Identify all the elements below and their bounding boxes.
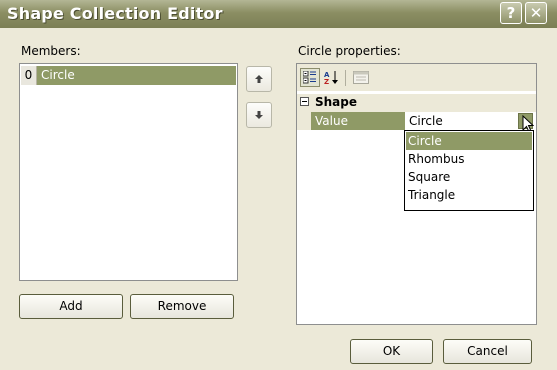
cancel-button[interactable]: Cancel (443, 339, 532, 364)
members-list[interactable]: 0 Circle (19, 63, 238, 281)
collapse-icon[interactable] (300, 97, 309, 106)
dropdown-option-rhombus[interactable]: Rhombus (406, 150, 532, 168)
move-up-button[interactable] (246, 66, 272, 92)
members-label: Members: (21, 44, 81, 58)
dropdown-option-circle[interactable]: Circle (406, 132, 532, 150)
close-icon: ✕ (529, 4, 543, 22)
arrow-down-icon (255, 111, 263, 119)
svg-text:Z: Z (324, 78, 329, 85)
category-row-shape: Shape (297, 94, 536, 112)
window-title: Shape Collection Editor (7, 4, 223, 23)
categorized-icon (303, 71, 316, 84)
add-button[interactable]: Add (19, 294, 123, 319)
help-icon: ? (506, 4, 516, 22)
category-name: Shape (315, 95, 358, 109)
move-down-button[interactable] (246, 102, 272, 128)
close-button[interactable]: ✕ (525, 2, 547, 24)
list-item[interactable]: 0 Circle (21, 66, 236, 85)
property-row-value[interactable]: Value Circle (297, 112, 536, 133)
property-grid-toolbar: A Z (297, 64, 536, 91)
dropdown-option-square[interactable]: Square (406, 168, 532, 186)
categorized-button[interactable] (300, 68, 320, 87)
remove-button[interactable]: Remove (130, 294, 234, 319)
help-button[interactable]: ? (500, 2, 522, 24)
property-value-field[interactable]: Circle (407, 112, 536, 130)
property-pages-icon (353, 71, 369, 84)
toolbar-separator (345, 70, 346, 86)
property-gutter (297, 112, 311, 130)
dropdown-option-triangle[interactable]: Triangle (406, 186, 532, 204)
properties-label: Circle properties: (298, 44, 401, 58)
property-pages-button[interactable] (351, 68, 371, 87)
member-index: 0 (21, 66, 37, 85)
ok-button[interactable]: OK (350, 339, 433, 364)
property-name: Value (311, 112, 405, 130)
member-name: Circle (37, 66, 236, 85)
alphabetical-sort-icon: A Z (324, 71, 338, 85)
arrow-up-icon (255, 75, 263, 83)
alphabetical-button[interactable]: A Z (322, 68, 342, 87)
value-dropdown-list[interactable]: Circle Rhombus Square Triangle (404, 130, 534, 211)
shape-collection-editor-window: Shape Collection Editor ? ✕ Members: Cir… (0, 0, 557, 370)
title-bar[interactable]: Shape Collection Editor ? ✕ (0, 0, 557, 28)
